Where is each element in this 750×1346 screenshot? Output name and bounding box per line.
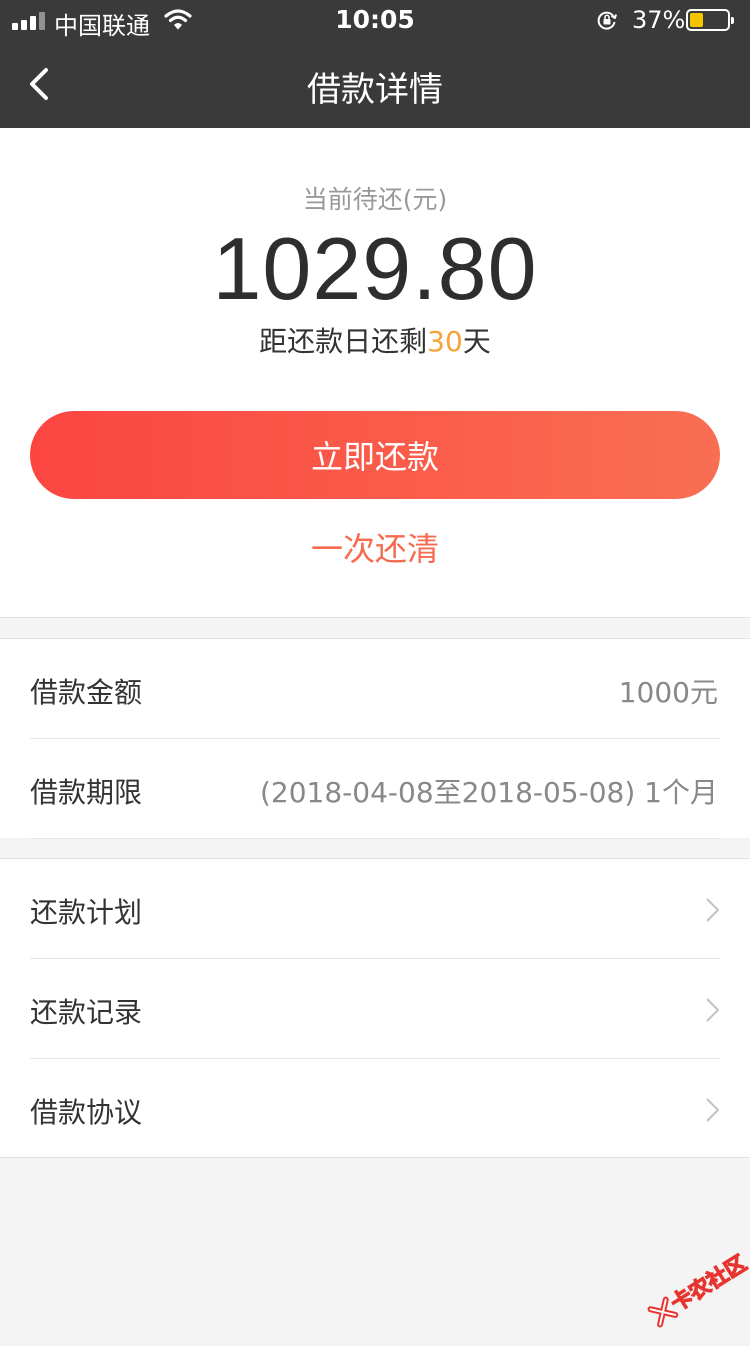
- chevron-right-icon: [704, 897, 720, 923]
- loan-menu-group: 还款计划 还款记录 借款协议: [0, 858, 750, 1158]
- battery-percent: 37%: [632, 6, 685, 34]
- chevron-right-icon: [704, 997, 720, 1023]
- watermark-text: 卡农社区: [665, 1248, 750, 1318]
- loan-amount-row: 借款金额 1000元: [30, 639, 720, 739]
- days-until-due: 距还款日还剩30天: [0, 320, 750, 360]
- loan-agreement-item[interactable]: 借款协议: [30, 1059, 720, 1159]
- chevron-right-icon: [704, 1097, 720, 1123]
- battery-icon: [686, 9, 730, 31]
- loan-term-value: (2018-04-08至2018-05-08) 1个月: [260, 771, 718, 811]
- page-title: 借款详情: [0, 62, 750, 111]
- loan-amount-value: 1000元: [619, 671, 718, 711]
- watermark: 卡农社区: [630, 1236, 750, 1346]
- repayment-plan-label: 还款计划: [30, 891, 142, 931]
- days-value: 30: [427, 325, 463, 358]
- pending-amount-label: 当前待还(元): [0, 180, 750, 216]
- rotation-lock-icon: [596, 9, 618, 31]
- pending-amount: 1029.80: [0, 218, 750, 320]
- loan-term-row: 借款期限 (2018-04-08至2018-05-08) 1个月: [30, 739, 720, 839]
- pay-off-in-full-link[interactable]: 一次还清: [0, 524, 750, 570]
- loan-amount-label: 借款金额: [30, 671, 142, 711]
- days-prefix: 距还款日还剩: [259, 325, 427, 358]
- loan-term-label: 借款期限: [30, 771, 142, 811]
- loan-agreement-label: 借款协议: [30, 1091, 142, 1131]
- loan-info-group: 借款金额 1000元 借款期限 (2018-04-08至2018-05-08) …: [0, 638, 750, 838]
- days-suffix: 天: [463, 325, 491, 358]
- repayment-summary: 当前待还(元) 1029.80 距还款日还剩30天 立即还款 一次还清: [0, 128, 750, 618]
- repayment-plan-item[interactable]: 还款计划: [30, 859, 720, 959]
- repay-now-button[interactable]: 立即还款: [30, 411, 720, 499]
- header: 中国联通 10:05 37% 借款详情: [0, 0, 750, 128]
- status-bar: 中国联通 10:05 37%: [0, 0, 750, 40]
- repayment-record-label: 还款记录: [30, 991, 142, 1031]
- battery-level: [690, 13, 703, 27]
- repayment-record-item[interactable]: 还款记录: [30, 959, 720, 1059]
